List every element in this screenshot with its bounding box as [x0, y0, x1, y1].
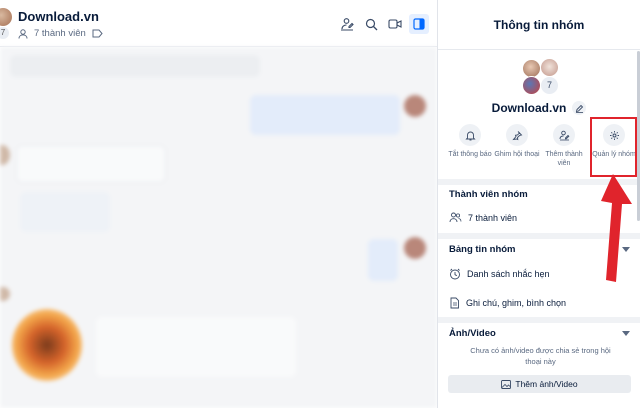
message-bubble	[10, 55, 260, 77]
section-divider	[438, 317, 640, 323]
group-avatar[interactable]	[0, 8, 12, 26]
action-label: Thêm thành viên	[545, 151, 583, 167]
message-bubble	[368, 239, 398, 281]
avatar	[0, 145, 10, 165]
search-button[interactable]	[361, 14, 381, 34]
member-avatar	[540, 58, 559, 77]
chat-member-count[interactable]: 7 thành viên	[34, 28, 86, 39]
add-member-button[interactable]	[337, 14, 357, 34]
video-call-button[interactable]	[385, 14, 405, 34]
image-icon	[501, 379, 512, 389]
video-call-icon	[388, 19, 402, 29]
avatar	[404, 237, 426, 259]
shared-image	[12, 309, 82, 381]
board-section-title[interactable]: Bảng tin nhóm	[449, 244, 516, 255]
reminders-row-label: Danh sách nhắc hẹn	[467, 269, 550, 279]
chat-pane: 7 Download.vn 7 thành viên	[0, 0, 437, 408]
reminders-row[interactable]: Danh sách nhắc hẹn	[449, 268, 550, 280]
group-name-row: Download.vn	[438, 101, 640, 115]
members-row[interactable]: 7 thành viên	[449, 212, 517, 223]
message-bubble	[20, 192, 110, 232]
group-avatar-stack[interactable]: 7	[522, 58, 562, 96]
annotation-highlight-box	[590, 117, 637, 177]
message-bubble	[96, 317, 296, 377]
message-list	[0, 47, 437, 408]
chevron-down-icon[interactable]	[622, 331, 630, 336]
add-media-label: Thêm ảnh/Video	[515, 379, 578, 389]
action-label: Tắt thông báo	[448, 151, 492, 158]
clock-icon	[450, 268, 460, 280]
add-media-button[interactable]: Thêm ảnh/Video	[448, 375, 631, 393]
pencil-icon	[575, 104, 583, 113]
sidebar-toggle-icon	[413, 18, 425, 30]
pin-conversation-button[interactable]: Ghim hội thoại	[494, 124, 540, 159]
mute-notifications-button[interactable]: Tắt thông báo	[447, 124, 493, 159]
action-icon-circle	[459, 124, 481, 146]
add-member-icon	[341, 18, 354, 31]
action-icon-circle	[553, 124, 575, 146]
media-section-title[interactable]: Ảnh/Video	[449, 328, 496, 339]
message-bubble	[16, 145, 166, 183]
action-icon-circle	[506, 124, 528, 146]
add-member-icon	[559, 130, 569, 140]
message-bubble	[250, 95, 400, 135]
rename-group-button[interactable]	[572, 101, 587, 115]
group-name: Download.vn	[491, 101, 567, 115]
tag-icon[interactable]	[92, 29, 103, 38]
avatar	[404, 95, 426, 117]
action-label: Ghim hội thoại	[494, 151, 540, 158]
panel-title: Thông tin nhóm	[438, 0, 640, 50]
chat-title[interactable]: Download.vn	[18, 9, 99, 24]
media-empty-note: Chưa có ảnh/video được chia sẻ trong hội…	[470, 346, 611, 366]
sidebar-toggle-button[interactable]	[409, 14, 429, 34]
person-icon	[18, 28, 28, 39]
members-icon	[449, 212, 462, 223]
annotation-arrow	[601, 174, 632, 282]
notes-row-label: Ghi chú, ghim, bình chọn	[466, 298, 567, 308]
members-section-title[interactable]: Thành viên nhóm	[449, 189, 528, 200]
group-avatar-count: 7	[0, 27, 9, 39]
member-avatar	[522, 76, 541, 95]
bell-icon	[464, 131, 476, 140]
members-row-label: 7 thành viên	[468, 212, 518, 223]
pin-icon	[511, 130, 522, 140]
avatar	[0, 287, 10, 301]
member-overflow-count: 7	[540, 76, 559, 95]
search-icon	[365, 18, 377, 30]
chat-header: 7 Download.vn 7 thành viên	[0, 0, 437, 47]
chat-header-toolbar	[337, 14, 429, 34]
note-icon	[450, 297, 459, 309]
chat-subtitle: 7 thành viên	[18, 28, 103, 39]
add-member-button[interactable]: Thêm thành viên	[541, 124, 587, 168]
notes-row[interactable]: Ghi chú, ghim, bình chọn	[449, 297, 566, 309]
